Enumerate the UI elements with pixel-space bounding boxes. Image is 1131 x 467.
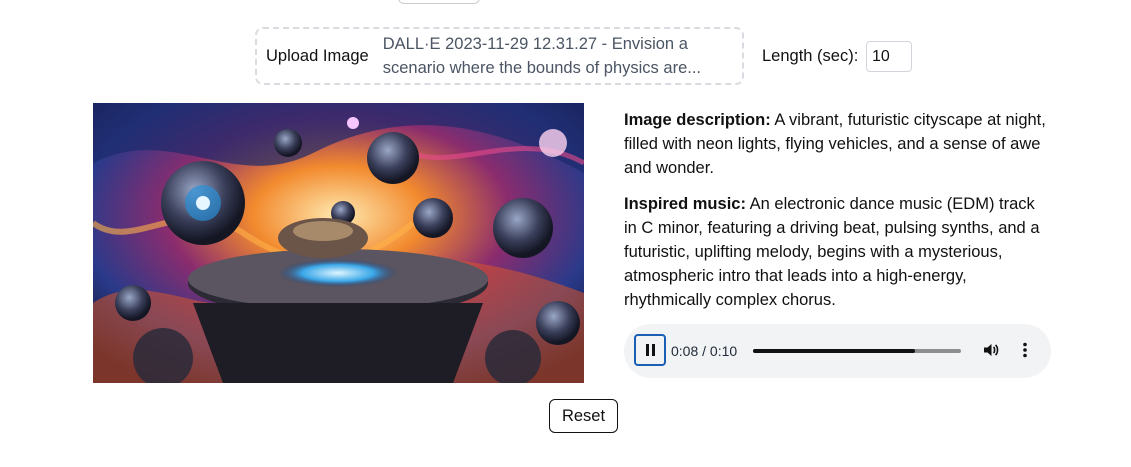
length-input[interactable] <box>866 41 912 72</box>
length-label: Length (sec): <box>762 47 859 65</box>
progress-fill <box>753 349 916 353</box>
inspired-music-label: Inspired music: <box>624 195 746 213</box>
more-options-icon <box>1023 342 1027 358</box>
top-control-stub <box>398 0 480 4</box>
inspired-music: Inspired music: An electronic dance musi… <box>624 192 1052 312</box>
pause-button[interactable] <box>634 334 666 366</box>
image-description: Image description: A vibrant, futuristic… <box>624 108 1052 180</box>
volume-button[interactable] <box>982 341 1000 364</box>
uploaded-file-name: DALL·E 2023-11-29 12.31.27 - Envision a … <box>382 35 701 77</box>
result-description: Image description: A vibrant, futuristic… <box>624 108 1052 324</box>
more-options-button[interactable] <box>1018 341 1032 364</box>
playback-time: 0:08 / 0:10 <box>671 343 738 359</box>
volume-icon <box>984 344 999 356</box>
upload-image-label[interactable]: Upload Image <box>266 47 369 66</box>
progress-slider[interactable] <box>753 349 961 353</box>
reset-button[interactable]: Reset <box>549 399 618 433</box>
artwork-graphic <box>93 103 584 383</box>
audio-player: 0:08 / 0:10 <box>624 324 1051 378</box>
pause-icon <box>644 344 656 356</box>
image-description-label: Image description: <box>624 111 771 129</box>
uploaded-artwork-image <box>93 103 584 383</box>
upload-image-dropzone[interactable]: Upload Image DALL·E 2023-11-29 12.31.27 … <box>255 27 744 85</box>
